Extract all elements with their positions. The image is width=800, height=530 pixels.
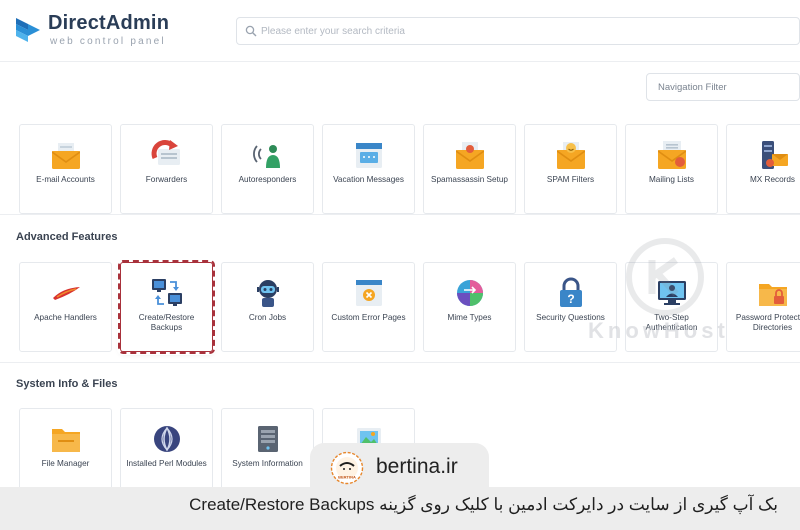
- navigation-filter-input[interactable]: [658, 78, 794, 96]
- spam-filter-icon: [556, 142, 585, 169]
- tile-label: Security Questions: [536, 313, 605, 322]
- system-info-icon: [257, 426, 278, 452]
- folder-icon: [51, 429, 80, 452]
- search-input[interactable]: [261, 21, 781, 41]
- tile-label: File Manager: [41, 459, 90, 468]
- section-divider: [0, 214, 800, 215]
- tile-two-step-authentication[interactable]: Two-Step Authentication: [625, 262, 718, 352]
- tile-create-restore-backups[interactable]: Create/Restore Backups: [118, 260, 215, 354]
- directadmin-logo[interactable]: DirectAdmin web control panel: [14, 10, 174, 54]
- tile-label: Spamassassin Setup: [431, 175, 508, 184]
- caption-text: بک آپ گیری از سایت در دایرکت ادمین با کل…: [189, 495, 778, 514]
- tile-label: MX Records: [749, 175, 796, 184]
- tile-forwarders[interactable]: Forwarders: [120, 124, 213, 214]
- search-icon: [245, 25, 257, 37]
- forward-icon: [151, 140, 180, 165]
- spam-envelope-icon: [455, 142, 484, 169]
- apache-feather-icon: [52, 287, 80, 300]
- header: DirectAdmin web control panel: [0, 0, 800, 62]
- tile-label: Forwarders: [145, 175, 188, 184]
- brand-tagline: web control panel: [50, 36, 166, 47]
- tile-label: Create/Restore Backups: [138, 313, 195, 332]
- section-title-advanced-features: Advanced Features: [16, 231, 118, 243]
- tile-label: Apache Handlers: [34, 313, 97, 322]
- tile-spam-filters[interactable]: SPAM Filters: [524, 124, 617, 214]
- tile-apache-handlers[interactable]: Apache Handlers: [19, 262, 112, 352]
- tile-label: Mime Types: [447, 313, 492, 322]
- tile-label: Installed Perl Modules: [126, 459, 207, 468]
- tile-label: E-mail Accounts: [36, 175, 95, 184]
- bertina-brand-tab: BERTINA bertina.ir: [310, 443, 489, 491]
- padlock-question-icon: ?: [559, 277, 582, 307]
- navigation-filter: [646, 73, 800, 101]
- directadmin-logo-icon: [16, 18, 40, 42]
- tile-autoresponders[interactable]: Autoresponders: [221, 124, 314, 214]
- email-tiles-row: E-mail Accounts Forwarders Autoresponder…: [19, 124, 800, 214]
- tile-label: SPAM Filters: [546, 175, 595, 184]
- tile-file-manager[interactable]: File Manager: [19, 408, 112, 498]
- tile-security-questions[interactable]: ? Security Questions: [524, 262, 617, 352]
- tile-email-accounts[interactable]: E-mail Accounts: [19, 124, 112, 214]
- tile-mime-types[interactable]: Mime Types: [423, 262, 516, 352]
- envelope-icon: [51, 143, 80, 169]
- two-step-monitor-icon: [657, 281, 686, 305]
- tile-system-information[interactable]: System Information: [221, 408, 314, 498]
- bertina-site-text: bertina.ir: [376, 455, 458, 478]
- tile-password-protected-directories[interactable]: Password Protected Directories: [726, 262, 800, 352]
- perl-onion-icon: [153, 426, 180, 452]
- autoresponder-icon: [252, 145, 280, 168]
- robot-icon: [256, 280, 279, 307]
- tile-label: Autoresponders: [238, 175, 297, 184]
- tile-label: System Information: [232, 459, 303, 468]
- section-divider: [0, 362, 800, 363]
- caption-bar: بک آپ گیری از سایت در دایرکت ادمین با کل…: [0, 487, 800, 530]
- tile-cron-jobs[interactable]: Cron Jobs: [221, 262, 314, 352]
- tile-label: Password Protected Directories: [735, 313, 800, 332]
- section-title-system-info-files: System Info & Files: [16, 378, 118, 390]
- tile-mx-records[interactable]: MX Records: [726, 124, 800, 214]
- tile-label: Custom Error Pages: [331, 313, 406, 322]
- tile-vacation-messages[interactable]: Vacation Messages: [322, 124, 415, 214]
- advanced-tiles-row: Apache Handlers Create/Restore Backups C…: [19, 260, 800, 354]
- bertina-logo-text: BERTINA: [338, 475, 356, 480]
- tile-label: Mailing Lists: [648, 175, 695, 184]
- tile-label: Two-Step Authentication: [645, 313, 698, 332]
- svg-text:?: ?: [567, 292, 574, 306]
- mx-server-icon: [761, 141, 788, 169]
- tile-label: Vacation Messages: [333, 175, 404, 184]
- tile-mailing-lists[interactable]: Mailing Lists: [625, 124, 718, 214]
- brand-name: DirectAdmin: [48, 12, 170, 34]
- tile-custom-error-pages[interactable]: Custom Error Pages: [322, 262, 415, 352]
- backup-computers-icon: [151, 279, 182, 306]
- locked-folder-icon: [758, 284, 787, 306]
- tile-installed-perl-modules[interactable]: Installed Perl Modules: [120, 408, 213, 498]
- search-box: [236, 17, 800, 45]
- mailing-list-icon: [657, 141, 686, 169]
- bertina-logo-icon: BERTINA: [330, 451, 364, 485]
- tile-spamassassin-setup[interactable]: Spamassassin Setup: [423, 124, 516, 214]
- vacation-calendar-icon: [355, 143, 382, 168]
- mime-types-icon: [456, 280, 483, 306]
- directadmin-page: DirectAdmin web control panel E-mail Acc…: [0, 0, 800, 530]
- error-page-icon: [355, 280, 382, 306]
- tile-label: Cron Jobs: [248, 313, 287, 322]
